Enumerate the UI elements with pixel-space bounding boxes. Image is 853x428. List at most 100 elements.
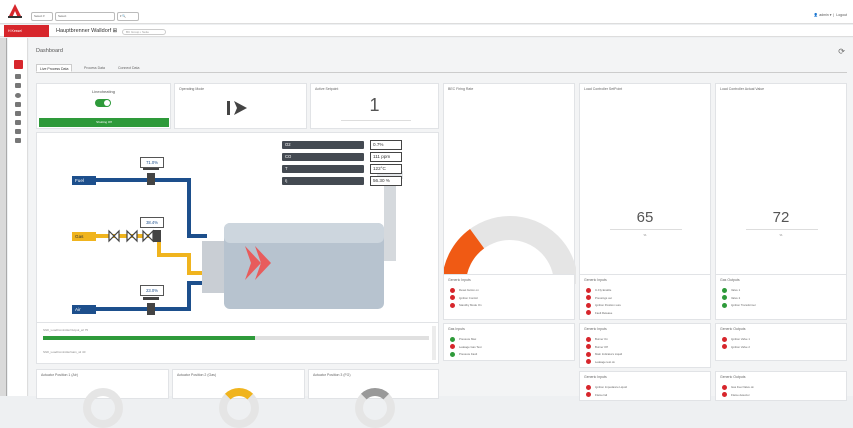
controller-output-card: Shift_LoadControllerOutput_wl 75 Shift_L… <box>36 322 439 364</box>
status-label: Pressure Fault <box>459 352 478 356</box>
tab-process-data[interactable]: Process Data <box>81 64 108 72</box>
gas-outputs-title: Gas Outputs <box>720 278 740 282</box>
controller-output-bar <box>43 336 256 340</box>
air-label: Air <box>72 305 96 314</box>
status-dot-icon <box>450 287 455 293</box>
sidebar-drop-icon[interactable] <box>15 102 21 107</box>
actuator-air-title: Actuator Position 1 (Air) <box>41 373 78 377</box>
status-dot-icon <box>586 359 591 365</box>
active-setpoint-card: Active Setpoint 1 <box>310 83 439 129</box>
status-item: Pressings out <box>586 295 621 303</box>
status-item: Ignition Control <box>450 295 482 303</box>
actuator-air-gauge <box>83 388 123 428</box>
status-dot-icon <box>722 344 727 350</box>
status-dot-icon <box>722 384 727 390</box>
status-list: Ignition Impedance Liquid Flame fail <box>586 384 627 399</box>
tab-live-process-data[interactable]: Live Process Data <box>36 64 73 72</box>
lc-actual-title: Load Controller Actual Value <box>720 87 765 91</box>
device-select[interactable]: Select <box>55 12 115 21</box>
status-label: Ignition Impedance Liquid <box>595 385 627 389</box>
generic-outputs-card-1: Generic Outputs Ignition Valve 1 Ignition… <box>715 323 847 361</box>
card-scrollbar[interactable] <box>432 326 436 360</box>
generic-inputs-title: Generic Inputs <box>584 327 607 331</box>
operating-mode-card: Operating Mode <box>174 83 307 129</box>
logout-link[interactable]: Logout <box>836 13 847 17</box>
refresh-icon[interactable]: ⟳ <box>838 47 845 56</box>
sidebar <box>8 38 28 396</box>
lc-setpoint-underline <box>610 229 682 230</box>
status-dot-icon <box>722 295 727 301</box>
efficiency-label: η <box>282 177 364 185</box>
o2-value: 0.7% <box>370 140 402 150</box>
status-label: Ignition Transformer <box>731 303 756 307</box>
generic-inputs-title: Generic Inputs <box>584 278 607 282</box>
status-dot-icon <box>450 295 455 301</box>
status-dot-icon <box>722 392 727 398</box>
toggle-knob <box>104 100 110 106</box>
status-dot-icon <box>450 351 455 357</box>
actuator-gas-gauge <box>219 388 259 428</box>
status-label: Valve 2 <box>731 295 741 300</box>
sidebar-minus-icon[interactable] <box>15 83 21 88</box>
page-title: Dashboard <box>36 48 63 54</box>
status-item: Leakage Gas Test <box>450 344 482 352</box>
status-item: Main Indicators Liquid <box>586 351 622 359</box>
status-dot-icon <box>586 310 591 316</box>
status-label: In Fly Enable <box>595 288 612 292</box>
sidebar-dashboard-icon[interactable] <box>14 60 23 69</box>
status-item: Pressure Max <box>450 336 482 344</box>
fuel-label: Fuel <box>72 176 96 185</box>
active-setpoint-title: Active Setpoint <box>315 87 339 91</box>
lc-actual-value: 72 <box>772 209 790 226</box>
sidebar-settings-icon[interactable] <box>15 120 21 125</box>
status-label: Standby Mode On <box>459 303 482 307</box>
status-item: Pressure Fault <box>450 351 482 359</box>
sidebar-doc-icon[interactable] <box>15 129 21 134</box>
user-menu[interactable]: admin ▾ <box>819 13 831 17</box>
status-label: Main Indicators Liquid <box>595 352 623 356</box>
generic-inputs-card-2: Generic Inputs In Fly Enable Pressings ou… <box>579 274 711 320</box>
company-logo <box>8 4 22 18</box>
sidebar-user-icon[interactable] <box>15 138 21 143</box>
lc-actual-underline <box>746 229 818 230</box>
shutdown-button[interactable]: Shutting Off <box>39 118 169 127</box>
sidebar-list-icon[interactable] <box>15 74 21 79</box>
status-list: Gas Fuel Valve ok Flame detector <box>722 384 754 399</box>
window-frame <box>0 38 7 396</box>
plant-select[interactable]: Select ▾ <box>31 12 53 21</box>
status-label: Fault Release <box>595 310 613 315</box>
status-label: Pressings out <box>595 295 612 300</box>
status-dot-icon <box>586 384 591 390</box>
operating-mode-title: Operating Mode <box>179 87 205 91</box>
generic-inputs-title: Generic Inputs <box>448 278 471 282</box>
status-item: Flame fail <box>586 392 627 400</box>
flame-toggle[interactable] <box>95 99 111 107</box>
sidebar-circle-icon[interactable] <box>15 93 21 98</box>
status-dot-icon <box>722 336 727 342</box>
o2-label: O2 <box>282 141 364 149</box>
status-dot-icon <box>586 287 591 293</box>
tab-connect-data[interactable]: Connect Data <box>115 64 142 72</box>
status-item: Burner On <box>586 336 622 344</box>
user-area: 👤 admin ▾ | Logout <box>813 13 847 17</box>
actuator-gas-card: Actuator Position 2 (Gas) <box>172 369 305 428</box>
search-button[interactable]: ▾ 🔍 <box>117 12 139 21</box>
status-item: Ignition Impedance Liquid <box>586 384 627 392</box>
active-setpoint-value: 1 <box>369 95 380 115</box>
status-dot-icon <box>450 344 455 350</box>
lc-actual-unit: % <box>779 233 783 237</box>
tab-divider <box>36 72 847 73</box>
status-label: Ignition Position sure <box>595 303 621 307</box>
status-dot-icon <box>586 302 591 308</box>
status-label: Leakage Gas Test <box>459 344 482 349</box>
sidebar-chart-icon[interactable] <box>15 111 21 116</box>
device-type-pill[interactable]: H Kessel <box>4 25 49 37</box>
generic-inputs-title: Generic Inputs <box>584 375 607 379</box>
temp-value: 122°C <box>370 164 402 174</box>
generic-outputs-card-2: Generic Outputs Gas Fuel Valve ok Flame d… <box>715 371 847 401</box>
status-list: Reset button on Ignition Control Standby M… <box>450 287 482 310</box>
status-item: Fault Release <box>586 310 621 318</box>
status-label: Ignition Valve 2 <box>731 344 750 349</box>
actuator-fg-title: Actuator Position 3 (FG) <box>313 373 351 377</box>
generic-inputs-card-3: Generic Inputs Burner On Burner Off Main I… <box>579 323 711 368</box>
